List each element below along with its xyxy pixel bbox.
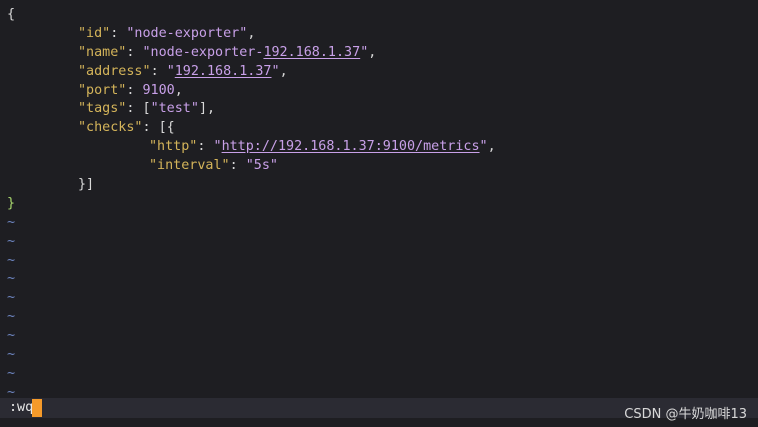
empty-line-tilde: ~	[7, 271, 16, 287]
code-line-11: }	[7, 195, 758, 214]
address-value-suffix: "	[271, 63, 280, 79]
code-line-4: "address": "192.168.1.37",	[7, 63, 758, 82]
interval-value: "5s"	[245, 158, 278, 174]
empty-line-tilde: ~	[7, 309, 16, 325]
name-key: "name"	[78, 44, 127, 60]
port-value: 9100	[142, 82, 175, 98]
command-input[interactable]: :wq	[9, 399, 33, 417]
colon: :	[142, 120, 159, 136]
colon: :	[197, 139, 214, 155]
empty-line-tilde: ~	[7, 347, 16, 363]
address-value-link[interactable]: 192.168.1.37	[175, 64, 272, 79]
http-key: "http"	[149, 139, 198, 155]
vim-editor-buffer[interactable]: { "id": "node-exporter", "name": "node-e…	[7, 6, 758, 403]
empty-line-tilde: ~	[7, 365, 16, 381]
open-brace: {	[7, 7, 16, 22]
empty-line-tilde: ~	[7, 214, 16, 230]
colon: :	[110, 25, 127, 41]
colon: :	[126, 82, 143, 98]
address-value-prefix: "	[166, 63, 175, 79]
colon: :	[229, 158, 246, 174]
name-value-prefix: "node-exporter-	[142, 44, 264, 60]
code-line-7: "checks": [{	[7, 119, 758, 138]
code-line-10: }]	[7, 176, 758, 195]
code-line-6: "tags": ["test"],	[7, 100, 758, 119]
watermark: CSDN @牛奶咖啡13	[624, 407, 747, 422]
checks-close: }]	[78, 177, 95, 193]
empty-line-tilde: ~	[7, 290, 16, 306]
colon: :	[126, 44, 143, 60]
interval-key: "interval"	[149, 158, 230, 174]
terminal-window: { "id": "node-exporter", "name": "node-e…	[0, 0, 758, 427]
code-line-2: "id": "node-exporter",	[7, 25, 758, 44]
code-line-8: "http": "http://192.168.1.37:9100/metric…	[7, 138, 758, 157]
empty-line-tilde: ~	[7, 252, 16, 268]
http-value-suffix: "	[479, 139, 488, 155]
tags-value: "test"	[150, 101, 199, 117]
port-key: "port"	[78, 82, 127, 98]
address-key: "address"	[78, 63, 151, 79]
id-value: "node-exporter"	[126, 25, 248, 41]
tags-key: "tags"	[78, 101, 127, 117]
checks-open: [{	[158, 120, 175, 136]
comma: ,	[487, 139, 496, 155]
colon: : [	[126, 101, 151, 117]
comma: ,	[279, 63, 288, 79]
http-value-link[interactable]: http://192.168.1.37:9100/metrics	[222, 139, 480, 154]
array-close-comma: ],	[198, 101, 216, 117]
comma: ,	[368, 44, 377, 60]
code-line-3: "name": "node-exporter-192.168.1.37",	[7, 44, 758, 63]
colon: :	[150, 63, 167, 79]
empty-line-tilde: ~	[7, 328, 16, 344]
comma: ,	[247, 25, 256, 41]
block-cursor	[32, 399, 42, 417]
name-value-link[interactable]: 192.168.1.37	[263, 45, 360, 60]
code-line-9: "interval": "5s"	[7, 157, 758, 176]
http-value-prefix: "	[213, 139, 222, 155]
checks-key: "checks"	[78, 120, 143, 136]
close-brace: }	[7, 195, 16, 211]
empty-line-tilde: ~	[7, 233, 16, 249]
code-line-1: {	[7, 6, 758, 25]
comma: ,	[174, 82, 183, 98]
id-key: "id"	[78, 25, 111, 41]
code-line-5: "port": 9100,	[7, 82, 758, 101]
